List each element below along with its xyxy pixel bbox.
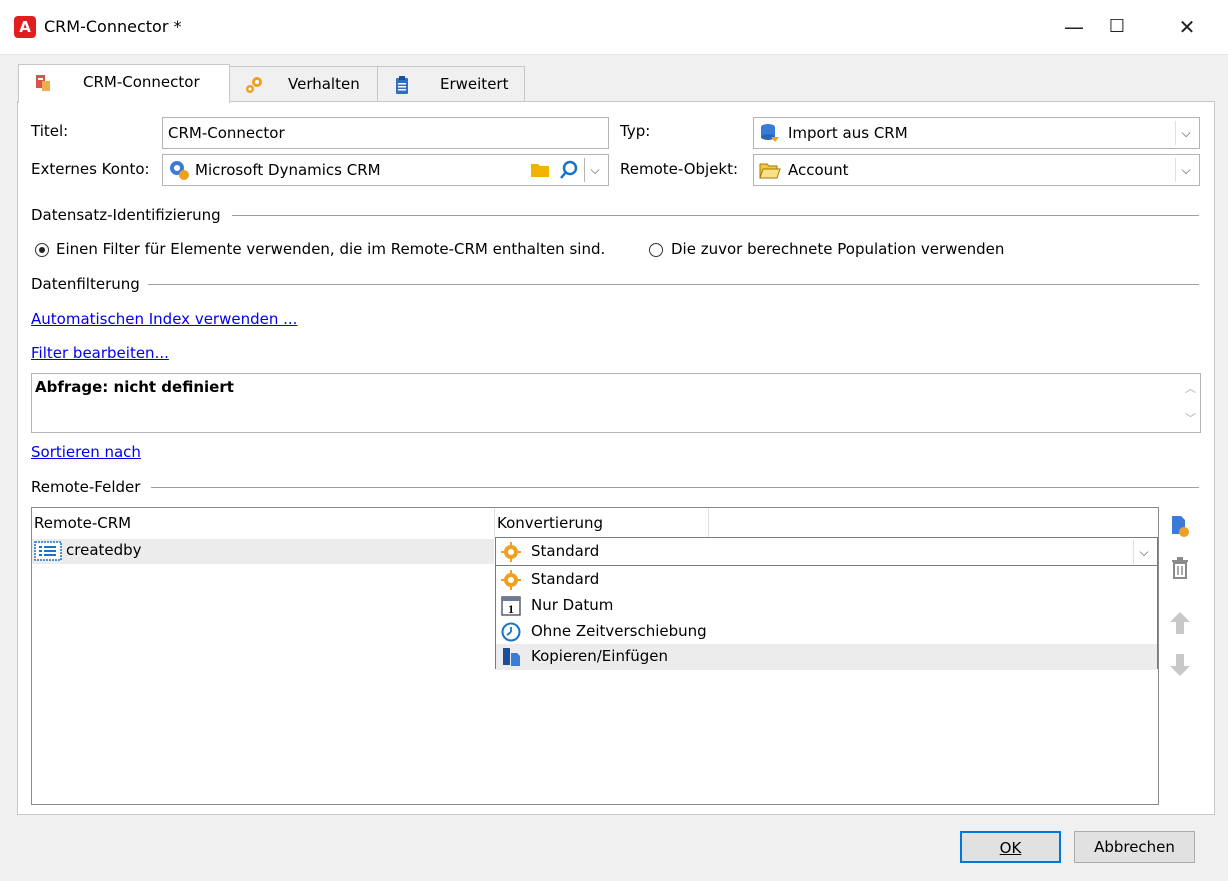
chevron-down-icon[interactable]: ⌵ — [584, 158, 605, 182]
title-bar: A CRM-Connector * — ☐ ✕ — [0, 0, 1228, 55]
cancel-button[interactable]: Abbrechen — [1074, 831, 1195, 863]
option-nur-datum[interactable]: 1 Nur Datum — [496, 593, 1157, 619]
ok-button[interactable]: OK — [960, 831, 1061, 863]
option-label: Kopieren/Einfügen — [531, 647, 669, 665]
type-value: Import aus CRM — [788, 124, 908, 142]
move-up-button[interactable] — [1168, 610, 1192, 634]
column-separator — [708, 508, 709, 538]
remote-object-select[interactable]: Account ⌵ — [753, 154, 1200, 186]
sort-by-link[interactable]: Sortieren nach — [31, 443, 141, 461]
radio-population-option[interactable] — [649, 243, 663, 257]
conversion-select[interactable]: Standard ⌵ — [495, 537, 1158, 567]
gear-icon — [501, 570, 521, 590]
arrow-up-icon — [1170, 612, 1190, 634]
conversion-value: Standard — [531, 542, 600, 560]
title-label: Titel: — [31, 122, 69, 140]
trash-icon — [1172, 557, 1188, 579]
search-icon[interactable] — [559, 160, 579, 180]
column-separator — [494, 508, 495, 538]
close-button[interactable]: ✕ — [1174, 14, 1200, 40]
option-label: Ohne Zeitverschiebung — [531, 622, 707, 640]
clipboard-icon — [396, 76, 408, 94]
account-value: Microsoft Dynamics CRM — [195, 161, 381, 179]
type-select[interactable]: Import aus CRM ⌵ — [753, 117, 1200, 149]
radio-filter-label: Einen Filter für Elemente verwenden, die… — [56, 240, 606, 258]
column-header-remote-crm[interactable]: Remote-CRM — [34, 514, 131, 532]
scroll-down-icon[interactable]: ﹀ — [1185, 410, 1196, 426]
row-name: createdby — [66, 541, 142, 559]
crm-connector-icon — [36, 75, 50, 91]
minimize-button[interactable]: — — [1061, 14, 1087, 40]
remote-fields-heading: Remote-Felder — [31, 478, 141, 496]
table-row[interactable]: createdby — [32, 539, 494, 564]
database-import-icon — [761, 124, 779, 142]
svg-text:1: 1 — [508, 602, 514, 616]
divider — [151, 487, 1199, 488]
radio-filter-option[interactable] — [35, 243, 49, 257]
folder-icon[interactable] — [530, 162, 550, 178]
query-box: Abfrage: nicht definiert ︿ ﹀ — [31, 373, 1201, 433]
option-label: Standard — [531, 570, 600, 588]
calendar-icon: 1 — [501, 596, 521, 616]
column-header-konvertierung[interactable]: Konvertierung — [497, 514, 603, 532]
move-down-button[interactable] — [1168, 652, 1192, 676]
open-folder-icon — [759, 163, 781, 179]
tab-verhalten[interactable]: Verhalten — [229, 66, 378, 102]
remote-object-label: Remote-Objekt: — [620, 160, 739, 178]
remote-object-value: Account — [788, 161, 849, 179]
type-label: Typ: — [620, 122, 651, 140]
copy-paste-icon — [503, 648, 520, 666]
chevron-down-icon[interactable]: ⌵ — [1133, 540, 1154, 564]
tab-erweitert[interactable]: Erweitert — [377, 66, 525, 102]
chevron-down-icon[interactable]: ⌵ — [1175, 158, 1196, 182]
edit-filter-link[interactable]: Filter bearbeiten... — [31, 344, 169, 362]
option-standard[interactable]: Standard — [496, 567, 1157, 593]
tab-label: CRM-Connector — [83, 73, 200, 91]
title-input-value: CRM-Connector — [168, 124, 285, 142]
option-kopieren-einfuegen[interactable]: Kopieren/Einfügen — [496, 644, 1157, 670]
option-label: Nur Datum — [531, 596, 614, 614]
title-input[interactable]: CRM-Connector — [162, 117, 609, 149]
add-document-icon — [1172, 516, 1189, 537]
divider — [148, 284, 1199, 285]
account-label: Externes Konto: — [31, 160, 150, 178]
account-gear-icon — [170, 161, 189, 180]
clock-icon — [501, 622, 521, 642]
record-identification-heading: Datensatz-Identifizierung — [31, 206, 221, 224]
data-filtering-heading: Datenfilterung — [31, 275, 140, 293]
field-list-icon — [34, 541, 62, 561]
gear-icon — [501, 542, 521, 562]
delete-button[interactable] — [1168, 556, 1192, 580]
tab-label: Erweitert — [440, 75, 509, 93]
auto-index-link[interactable]: Automatischen Index verwenden ... — [31, 310, 297, 328]
divider — [232, 215, 1199, 216]
external-account-field[interactable]: Microsoft Dynamics CRM ⌵ — [162, 154, 609, 186]
window-title: CRM-Connector * — [44, 17, 182, 36]
conversion-dropdown-list: Standard 1 Nur Datum Ohne Zeitverschiebu… — [495, 565, 1158, 670]
query-text: Abfrage: nicht definiert — [35, 378, 234, 396]
arrow-down-icon — [1170, 654, 1190, 676]
scroll-up-icon[interactable]: ︿ — [1185, 380, 1196, 396]
add-field-button[interactable] — [1168, 514, 1192, 538]
app-logo-icon: A — [14, 16, 36, 38]
gears-icon — [246, 77, 262, 93]
tab-label: Verhalten — [288, 75, 360, 93]
tab-crm-connector[interactable]: CRM-Connector — [18, 64, 230, 103]
radio-population-label: Die zuvor berechnete Population verwende… — [671, 240, 1005, 258]
option-ohne-zeitverschiebung[interactable]: Ohne Zeitverschiebung — [496, 619, 1157, 645]
chevron-down-icon[interactable]: ⌵ — [1175, 121, 1196, 145]
maximize-button[interactable]: ☐ — [1104, 14, 1130, 40]
